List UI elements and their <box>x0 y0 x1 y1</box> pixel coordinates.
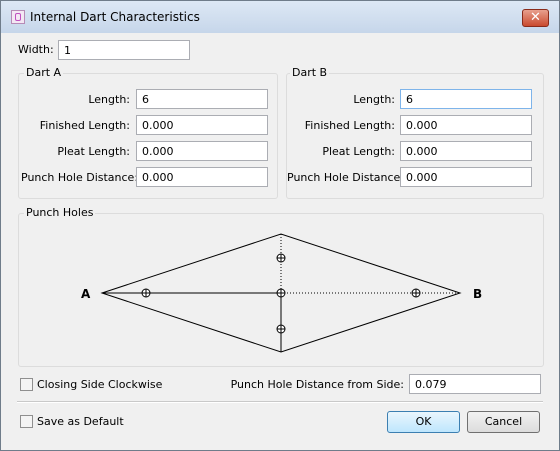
title-bar[interactable]: Internal Dart Characteristics ✕ <box>1 1 559 33</box>
save-as-default-label: Save as Default <box>37 415 124 428</box>
dart-b-finished-length-label: Finished Length: <box>304 119 395 132</box>
dart-a-punch-hole-distance-field[interactable]: 0.000 <box>136 167 268 187</box>
dart-a-length-label: Length: <box>88 93 130 106</box>
punch-hole-icon <box>276 324 286 334</box>
punch-hole-icon <box>141 288 151 298</box>
closing-side-clockwise-checkbox[interactable] <box>20 378 33 391</box>
window-title: Internal Dart Characteristics <box>30 10 200 24</box>
dart-a-pleat-length-field[interactable]: 0.000 <box>136 141 268 161</box>
dialog-window: Internal Dart Characteristics ✕ Width: 1… <box>0 0 560 451</box>
dart-app-icon <box>11 10 25 24</box>
point-a-label: A <box>81 287 91 301</box>
punch-hole-icon <box>276 288 286 298</box>
dart-b-legend: Dart B <box>290 66 330 79</box>
cancel-button[interactable]: Cancel <box>467 411 540 433</box>
separator <box>17 401 543 403</box>
closing-side-clockwise-label: Closing Side Clockwise <box>37 378 163 391</box>
dart-a-punch-hole-distance-label: Punch Hole Distance: <box>21 171 139 184</box>
close-button[interactable]: ✕ <box>522 9 549 27</box>
punch-hole-icon <box>411 288 421 298</box>
dart-a-pleat-length-label: Pleat Length: <box>57 145 130 158</box>
dart-b-punch-hole-distance-label: Punch Hole Distance: <box>287 171 405 184</box>
dart-a-finished-length-label: Finished Length: <box>39 119 130 132</box>
punch-hole-distance-from-side-field[interactable]: 0.079 <box>409 374 541 394</box>
dart-b-finished-length-field[interactable]: 0.000 <box>400 115 532 135</box>
dart-b-length-field[interactable]: 6 <box>400 89 532 109</box>
punch-hole-icon <box>276 253 286 263</box>
dart-b-pleat-length-label: Pleat Length: <box>322 145 395 158</box>
point-b-label: B <box>473 287 482 301</box>
width-label: Width: <box>18 43 54 56</box>
dart-b-length-label: Length: <box>353 93 395 106</box>
width-field[interactable]: 1 <box>58 40 190 60</box>
close-icon: ✕ <box>530 10 541 25</box>
punch-holes-legend: Punch Holes <box>24 206 96 219</box>
punch-hole-distance-from-side-label: Punch Hole Distance from Side: <box>230 378 404 391</box>
dart-diagram: A B <box>81 233 482 353</box>
dart-a-legend: Dart A <box>24 66 64 79</box>
dart-b-punch-hole-distance-field[interactable]: 0.000 <box>400 167 532 187</box>
dart-b-pleat-length-field[interactable]: 0.000 <box>400 141 532 161</box>
dart-a-finished-length-field[interactable]: 0.000 <box>136 115 268 135</box>
dart-a-length-field[interactable]: 6 <box>136 89 268 109</box>
ok-button[interactable]: OK <box>387 411 460 433</box>
save-as-default-checkbox[interactable] <box>20 415 33 428</box>
